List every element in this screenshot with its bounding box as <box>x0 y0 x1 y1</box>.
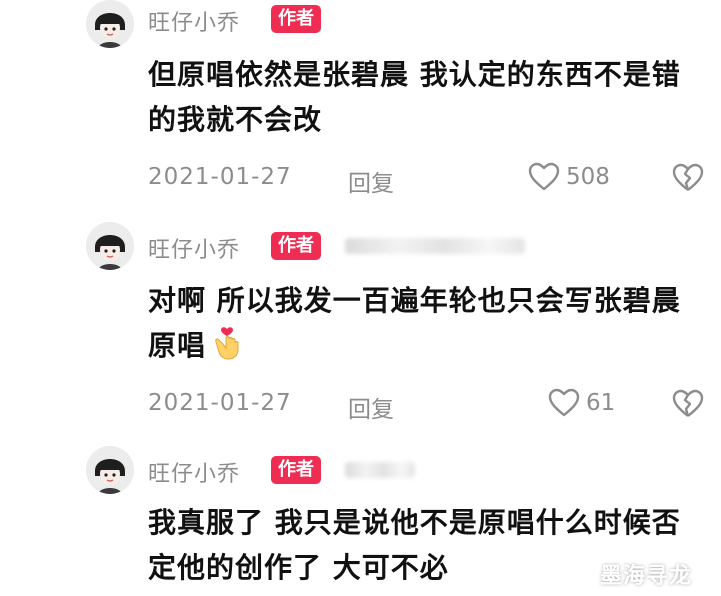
dislike-button[interactable] <box>672 163 704 193</box>
comment-text: 对啊 所以我发一百遍年轮也只会写张碧晨原唱 <box>148 278 708 368</box>
author-badge: 作者 <box>271 5 321 33</box>
watermark: 墨海寻龙 <box>600 564 693 589</box>
avatar[interactable] <box>86 222 134 270</box>
reply-button[interactable]: 回复 <box>348 164 394 198</box>
comment-date: 2021-01-27 <box>148 164 292 190</box>
author-badge: 作者 <box>271 232 321 260</box>
heart-hands-emoji <box>210 326 244 360</box>
like-button[interactable]: 508 <box>528 162 610 192</box>
broken-heart-icon <box>672 163 704 193</box>
avatar[interactable] <box>86 446 134 494</box>
blurred-reply-target <box>345 238 525 254</box>
avatar[interactable] <box>86 0 134 48</box>
author-badge: 作者 <box>271 456 321 484</box>
author-name[interactable]: 旺仔小乔 <box>148 232 240 264</box>
blurred-reply-target <box>345 462 415 478</box>
dislike-button[interactable] <box>672 389 704 419</box>
broken-heart-icon <box>672 389 704 419</box>
heart-icon <box>548 388 580 418</box>
heart-icon <box>528 162 560 192</box>
like-count: 508 <box>566 164 610 190</box>
comment-text: 但原唱依然是张碧晨 我认定的东西不是错的我就不会改 <box>148 58 681 136</box>
author-name[interactable]: 旺仔小乔 <box>148 5 240 37</box>
comment-date: 2021-01-27 <box>148 390 292 416</box>
reply-button[interactable]: 回复 <box>348 390 394 424</box>
author-name[interactable]: 旺仔小乔 <box>148 456 240 488</box>
like-count: 61 <box>586 390 616 416</box>
like-button[interactable]: 61 <box>548 388 615 418</box>
